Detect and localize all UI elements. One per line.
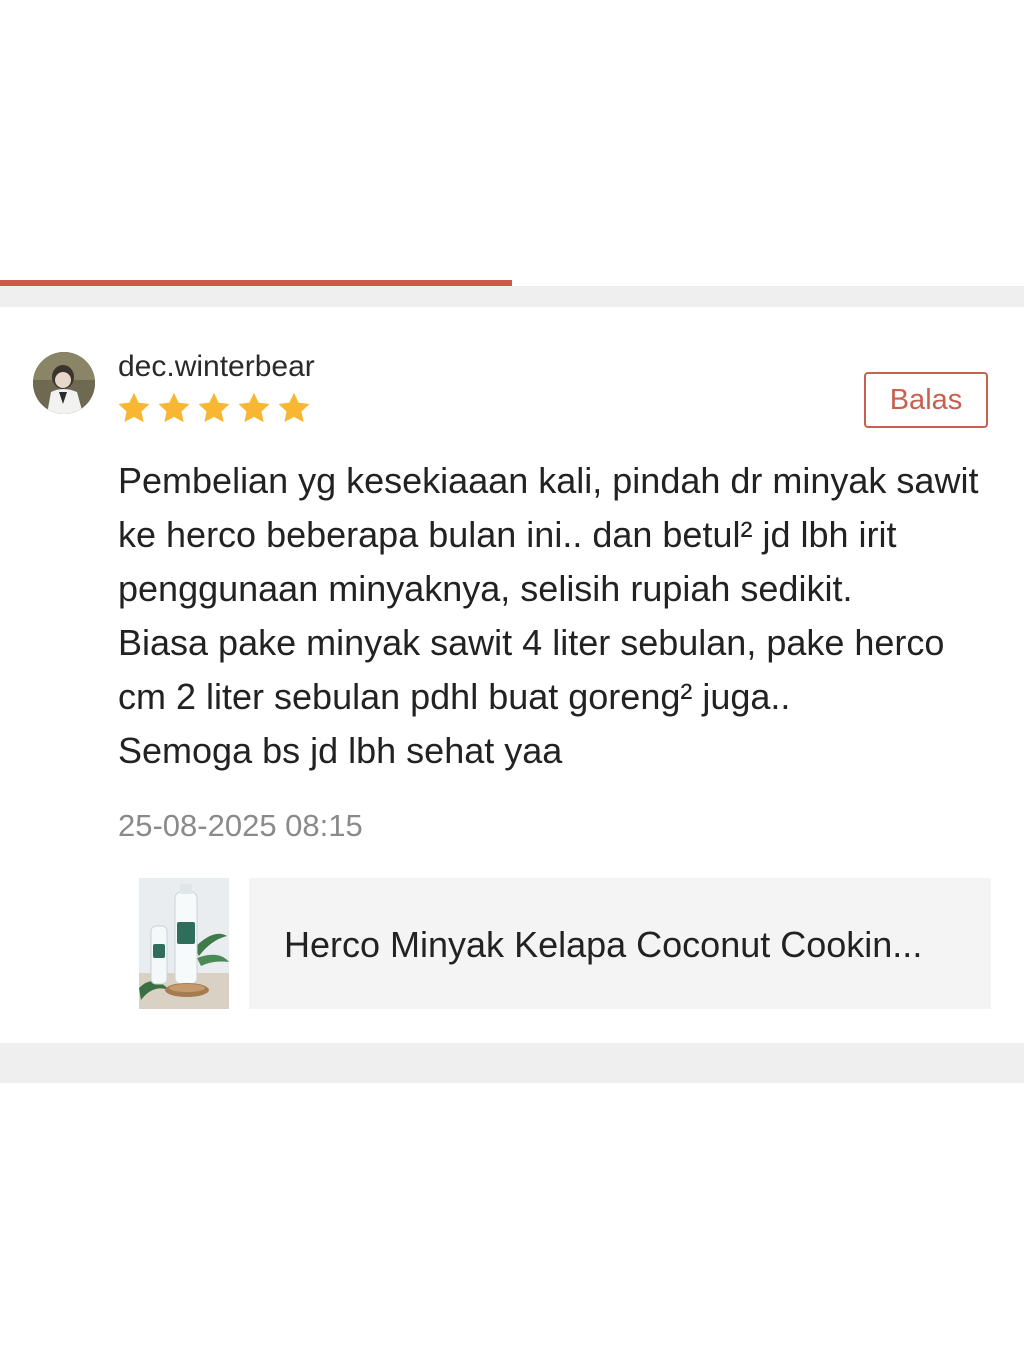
review-card: dec.winterbear Balas Pembelian yg keseki… <box>0 307 1024 1043</box>
section-divider <box>0 286 1024 307</box>
star-icon <box>198 392 230 423</box>
product-thumbnail-frame <box>118 878 249 1009</box>
star-icon <box>278 392 310 423</box>
star-icon <box>158 392 190 423</box>
product-thumbnail <box>139 878 229 1009</box>
product-image <box>139 878 229 1009</box>
star-icon <box>238 392 270 423</box>
review-timestamp: 25-08-2025 08:15 <box>118 808 363 843</box>
star-icon <box>118 392 150 423</box>
reviewer-username: dec.winterbear <box>118 350 315 383</box>
section-divider <box>0 1043 1024 1083</box>
avatar-image <box>33 352 95 414</box>
avatar[interactable] <box>33 352 95 414</box>
review-text: Pembelian yg kesekiaaan kali, pindah dr … <box>118 460 979 771</box>
star-rating <box>116 390 312 426</box>
product-title: Herco Minyak Kelapa Coconut Cookin... <box>284 924 923 965</box>
reply-button[interactable]: Balas <box>864 372 988 428</box>
product-link-card[interactable]: Herco Minyak Kelapa Coconut Cookin... <box>118 878 991 1009</box>
